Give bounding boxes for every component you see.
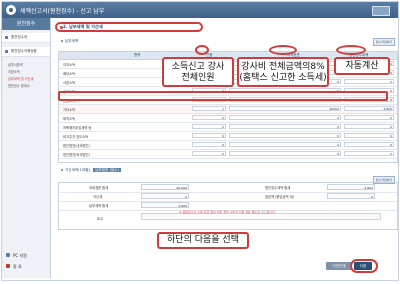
summary-value: 0 (141, 193, 189, 199)
summary-subtitle: 가산세액(1개월) 납부일정 (일수) (61, 168, 121, 173)
summary-key: 비고 (97, 217, 104, 221)
highlight-next-circle (350, 259, 378, 273)
callout-line: 소득신고 강사 전체인원 (171, 62, 225, 83)
table-row: 비거주자 양도소득 0 0 0 (59, 132, 397, 141)
summary-key: 과세표준 합계 (89, 186, 109, 190)
summary-subtitle-text: 가산세액(1개월) (65, 168, 90, 172)
sidebar-item-label: 원천징수이행상황 (11, 49, 37, 53)
row-label: 이자소득 (63, 63, 76, 67)
summary-tag: 납부일정 (일수) (93, 168, 121, 172)
save-temp-button[interactable]: 임시저장하기 (373, 38, 395, 46)
summary-key: 납부세액 합계 (89, 204, 109, 208)
section-title-text: 2. 납부세액 및 가산세 (63, 24, 103, 29)
row-label: 법인원천(외국법인) (63, 153, 90, 157)
power-icon (6, 264, 10, 268)
sidebar-pc-support[interactable]: PC 지원 (2, 251, 50, 260)
bullet-icon (5, 36, 8, 39)
table-cell-input[interactable]: 0 (344, 79, 394, 84)
table-cell-input[interactable]: 0 (192, 133, 226, 138)
summary-note: ※ 원천징수할 소득 지급 월이 다른 경우 나머지 다른 월은 별도로 신고합… (179, 210, 275, 214)
sidebar-subitem[interactable]: 납부서출력 (8, 62, 23, 67)
app-icon (6, 5, 16, 15)
highlight-circle (195, 45, 209, 55)
sidebar-bottom-label: PC 지원 (13, 253, 27, 258)
table-cell-input[interactable]: 0 (229, 151, 341, 156)
remark-input[interactable] (141, 213, 381, 220)
row-label: 퇴직소득 (63, 117, 76, 121)
table-cell-input[interactable]: 60000 (229, 106, 341, 111)
table-cell-input[interactable]: 0 (344, 133, 394, 138)
table-cell-input[interactable]: 0 (344, 115, 394, 120)
callout-personnel: 소득신고 강사 전체인원 (162, 57, 234, 87)
row-label: 기타소득 (63, 108, 76, 112)
title-bar: 세액신고서(원천징수) - 신고 납부 (2, 2, 398, 18)
sidebar-header: 원천징수 (2, 18, 50, 30)
table-cell-input[interactable]: 4,800 (344, 106, 394, 111)
page: 세액신고서(원천징수) - 신고 납부 원천징수 원천징수세 원천징수이행상황 … (0, 0, 400, 284)
summary-key: 환급액 (충당금액 계) (265, 195, 294, 199)
sidebar-exit[interactable]: 종 료 (2, 262, 50, 271)
prev-button[interactable]: 이전단계 (326, 262, 352, 270)
table-cell-input[interactable]: 0 (229, 133, 341, 138)
bullet-icon (5, 50, 8, 53)
sidebar-subitem-active[interactable]: 납부세액 및 가산세 (8, 76, 34, 81)
callout-tax-base: 강사비 전체금액의8% (홈택스 신고한 소득세) (237, 57, 329, 87)
table-cell-input[interactable]: 0 (192, 151, 226, 156)
callout-next: 하단의 다음을 선택 (157, 232, 249, 249)
column-header: 항목 (134, 53, 141, 57)
summary-value: 4,800 (327, 184, 375, 190)
table-cell-input[interactable]: 0 (192, 115, 226, 120)
sidebar-subitem[interactable]: 원천징수 명세서 (8, 83, 30, 88)
row-label: 법인원천(내국법인) (63, 144, 90, 148)
table-row: 법인원천(외국법인) 0 0 0 (59, 150, 397, 159)
sidebar-bottom-label: 종 료 (13, 264, 22, 269)
callout-auto: 자동계산 (334, 57, 390, 75)
sidebar-item[interactable]: 원천징수이행상황 (2, 47, 50, 57)
table-subtitle: 납부세액 (61, 39, 78, 44)
table-cell-input[interactable]: 0 (229, 115, 341, 120)
table-cell-input[interactable]: 0 (192, 142, 226, 147)
table-subtitle-text: 납부세액 (65, 39, 79, 43)
table-row: 퇴직소득 0 0 0 (59, 114, 397, 123)
table-cell-input[interactable]: 0 (229, 142, 341, 147)
main-content: 2. 납부세액 및 가산세 납부세액 임시저장하기 항목 인원 과세표준 원천징… (51, 18, 398, 278)
table-cell-input[interactable]: 0 (344, 124, 394, 129)
summary-table: 과세표준 합계 60,000 원천징수세액 합계 4,800 가산세 0 환급액… (58, 182, 398, 230)
table-row: 저축해지추징세액 등000 (59, 123, 397, 132)
row-label: 배당소득 (63, 72, 76, 76)
table-cell-input[interactable]: 0 (229, 124, 341, 129)
window-control-button[interactable] (372, 6, 390, 16)
callout-line: 강사비 전체금액의8% (홈택스 신고한 소득세) (239, 62, 327, 83)
bullet-icon (61, 169, 63, 171)
sidebar-subitem[interactable]: 지방소득 (8, 69, 20, 74)
sidebar: 원천징수 원천징수세 원천징수이행상황 납부서출력 지방소득 납부세액 및 가산… (2, 18, 51, 278)
window-title: 세액신고서(원천징수) - 신고 납부 (20, 8, 105, 15)
summary-key: 가산세 (93, 195, 103, 199)
summary-key: 원천징수세액 합계 (265, 186, 291, 190)
table-cell-input[interactable]: 0 (192, 124, 226, 129)
monitor-icon (6, 253, 10, 257)
table-row: 기타소득 1 60000 4,800 (59, 105, 397, 114)
highlight-circle (269, 45, 297, 55)
bullet-icon (61, 40, 63, 42)
sidebar-item[interactable]: 원천징수세 (2, 33, 50, 43)
table-cell-input[interactable]: 0 (344, 151, 394, 156)
table-row: 법인원천(내국법인) 0 0 0 (59, 141, 397, 150)
section-dot-icon (60, 25, 63, 29)
callout-line: 하단의 다음을 선택 (167, 235, 239, 245)
row-label: 비거주자 양도소득 (63, 135, 89, 139)
highlight-row-box (58, 91, 388, 101)
row-label: 저축해지추징세액 등 (63, 126, 92, 130)
row-label: 사업소득 (63, 81, 76, 85)
sidebar-item-label: 원천징수세 (11, 35, 28, 39)
callout-line: 자동계산 (345, 61, 379, 71)
table-cell-input[interactable]: 0 (344, 142, 394, 147)
table-cell-input[interactable]: 1 (192, 106, 226, 111)
section-title: 2. 납부세액 및 가산세 (55, 22, 203, 32)
highlight-circle (336, 45, 366, 55)
summary-value: 4,800 (141, 202, 189, 208)
summary-value: 0 (327, 193, 375, 199)
summary-value: 60,000 (141, 184, 189, 190)
